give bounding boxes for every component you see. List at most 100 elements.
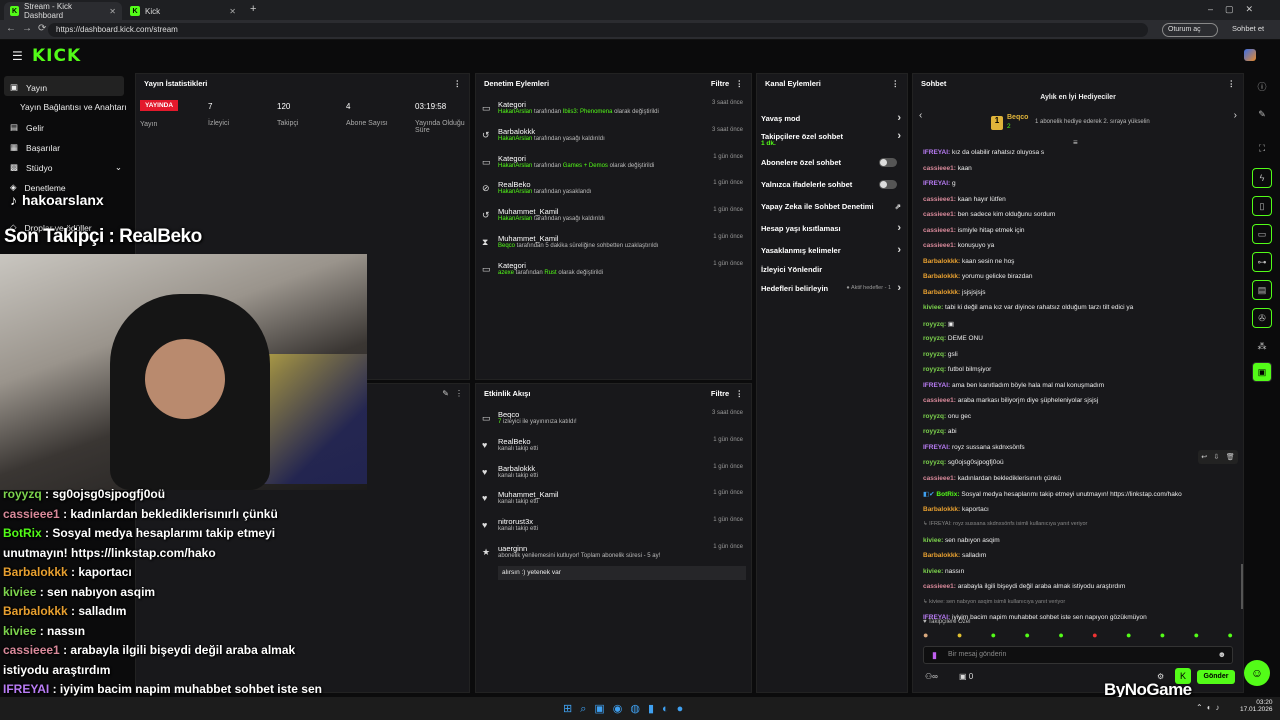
close-tab-icon[interactable]: ✕ <box>229 7 236 16</box>
chat-username[interactable]: Barbalokkk: <box>923 552 962 559</box>
chat-username[interactable]: cassieee1: <box>923 475 958 482</box>
channel-action-item[interactable]: Takipçilere özel sohbet 1 dk. › <box>761 126 903 147</box>
chat-username[interactable]: royyzq: <box>923 321 948 328</box>
sidebar-item-stream-key[interactable]: Yayın Bağlantısı ve Anahtarı <box>20 102 127 112</box>
chat-username[interactable]: IFREYAI: <box>923 444 952 451</box>
pin-message-icon[interactable]: ⇩ <box>1214 453 1220 461</box>
doc-icon[interactable]: ▯ <box>1252 196 1272 216</box>
sidebar-item-revenue[interactable]: ▤ Gelir <box>10 122 44 133</box>
chat-username[interactable]: royyzq: <box>923 413 948 420</box>
channel-action-item[interactable]: Hedefleri belirleyin ● Aktif hedefler - 1… <box>761 278 903 298</box>
chat-username[interactable]: cassieee1: <box>923 242 958 249</box>
chat-username[interactable]: Barbalokkk: <box>923 258 962 265</box>
chat-username[interactable]: royyzq: <box>923 366 948 373</box>
chat-username[interactable]: Barbalokkk: <box>923 506 962 513</box>
profile-button[interactable]: Oturum aç <box>1162 23 1218 37</box>
chat-username[interactable]: BotRix: <box>936 491 961 498</box>
channel-action-item[interactable]: Yapay Zeka ile Sohbet Denetimi ⇗ <box>761 196 903 216</box>
chat-message: Barbalokkk: kaportacı <box>923 506 989 513</box>
delete-icon[interactable]: 🗑︎ <box>1226 453 1235 461</box>
chat-username[interactable]: Barbalokkk: <box>923 289 962 296</box>
kick-logo[interactable]: KICK <box>32 46 81 66</box>
toggle-switch[interactable] <box>879 158 897 167</box>
channel-action-item[interactable]: İzleyici Yönlendir <box>761 259 903 279</box>
hamburger-menu-icon[interactable]: ☰ <box>12 49 23 63</box>
chevron-left-icon[interactable]: ‹ <box>919 110 922 121</box>
tray-icons[interactable]: ⌃◐♪ <box>1196 703 1224 712</box>
chat-input[interactable]: ▮ Bir mesaj gönderin ☻ <box>923 646 1233 664</box>
channel-action-item[interactable]: Yalnızca ifadelerle sohbet <box>761 174 903 194</box>
channel-actions-panel: Kanal Eylemleri ⋮ Yavaş mod › Takipçilere ö… <box>756 73 908 693</box>
chat-username[interactable]: cassieee1: <box>923 227 958 234</box>
emote-bar[interactable]: ● ● ● ● ● ● ● ● ● ● <box>923 630 1233 642</box>
taskbar-apps-icon[interactable]: ⊞⌕▣◉◍▮◐● <box>563 702 691 716</box>
more-options-icon[interactable]: ⋮ <box>736 79 744 88</box>
printer-icon[interactable]: ▤ <box>1252 280 1272 300</box>
sidebar-item-achievements[interactable]: ▦ Başarılar <box>10 142 60 153</box>
emoji-icon[interactable]: ☻ <box>1218 650 1226 659</box>
more-options-icon[interactable]: ⋮ <box>455 389 463 398</box>
chevron-right-icon[interactable]: › <box>1234 110 1237 121</box>
close-tab-icon[interactable]: ✕ <box>109 7 116 16</box>
chat-username[interactable]: cassieee1: <box>923 165 958 172</box>
sidebar-item-stream[interactable]: ▣ Yayın <box>10 82 47 93</box>
reply-icon[interactable]: ↩ <box>1201 453 1207 461</box>
chat-username[interactable]: cassieee1: <box>923 196 958 203</box>
group-icon[interactable]: ⁂ <box>1252 336 1272 356</box>
chat-bubble-icon[interactable]: ▭ <box>1252 224 1272 244</box>
chat-username[interactable]: IFREYAI: <box>923 382 952 389</box>
pencil-icon[interactable]: ✎ <box>1252 104 1272 124</box>
bolt-icon[interactable]: ϟ <box>1252 168 1272 188</box>
chat-username[interactable]: kiviee: <box>923 537 945 544</box>
wrench-icon[interactable]: ✇ <box>1252 308 1272 328</box>
chat-username[interactable]: cassieee1: <box>923 397 958 404</box>
message-actions[interactable]: ↩ ⇩ 🗑︎ <box>1198 450 1238 464</box>
chat-username[interactable]: kiviee: <box>923 304 945 311</box>
add-widget-icon[interactable]: ▣ <box>1252 362 1272 382</box>
new-tab-icon[interactable]: + <box>250 3 256 15</box>
chat-text: g <box>952 180 956 187</box>
chat-username[interactable]: royyzq: <box>923 335 948 342</box>
send-button[interactable]: Gönder <box>1197 670 1235 684</box>
sidebar-item-studio[interactable]: ▩ Stüdyo ⌄ <box>10 162 122 173</box>
chat-username[interactable]: IFREYAI: <box>923 180 952 187</box>
toggle-switch[interactable] <box>879 180 897 189</box>
window-controls[interactable]: –▢✕ <box>1208 4 1265 15</box>
chat-username[interactable]: kiviee: <box>923 568 945 575</box>
tab-kick-dashboard[interactable]: K Stream - Kick Dashboard ✕ <box>4 2 122 20</box>
link-icon[interactable]: ⊶ <box>1252 252 1272 272</box>
tab-kick[interactable]: K Kick ✕ <box>124 2 242 20</box>
chat-bot-icon[interactable]: ☺ <box>1244 660 1270 686</box>
edit-icon[interactable]: ✎ <box>442 389 449 398</box>
points-icon[interactable]: ⚇∞ <box>925 672 938 681</box>
chat-username[interactable]: royyzq: <box>923 351 948 358</box>
more-options-icon[interactable]: ⋮ <box>892 79 900 88</box>
chat-username[interactable]: IFREYAI: <box>923 614 952 621</box>
scrollbar[interactable] <box>1241 564 1243 609</box>
avatar[interactable] <box>1244 49 1256 61</box>
mic-icon[interactable]: ▮ <box>932 650 937 661</box>
chat-message: cassieee1: konuşuyo ya <box>923 242 994 249</box>
channel-action-item[interactable]: Yasaklanmış kelimeler › <box>761 240 903 260</box>
chat-username[interactable]: royyzq: <box>923 459 948 466</box>
filter-button[interactable]: Filtre <box>711 389 729 398</box>
info-icon[interactable]: ⓘ <box>1252 76 1272 96</box>
more-options-icon[interactable]: ⋮ <box>1228 79 1236 88</box>
mod-action-time: 1 gün önce <box>713 207 743 214</box>
chat-username[interactable]: royyzq: <box>923 428 948 435</box>
pin-icon[interactable]: ≡ <box>1073 138 1078 147</box>
expand-icon[interactable]: ⛶ <box>1252 138 1272 158</box>
chat-username[interactable]: cassieee1: <box>923 583 958 590</box>
filter-button[interactable]: Filtre <box>711 79 729 88</box>
chat-with-button[interactable]: Sohbet et <box>1232 24 1264 33</box>
chat-username[interactable]: Barbalokkk: <box>923 273 962 280</box>
chat-username[interactable]: cassieee1: <box>923 211 958 218</box>
channel-action-item[interactable]: Abonelere özel sohbet <box>761 152 903 172</box>
more-options-icon[interactable]: ⋮ <box>736 389 744 398</box>
channel-action-item[interactable]: Hesap yaşı kısıtlaması › <box>761 218 903 238</box>
chat-username[interactable]: IFREYAI: <box>923 149 952 156</box>
more-options-icon[interactable]: ⋮ <box>454 79 462 88</box>
channel-action-item[interactable]: Yavaş mod › <box>761 108 903 128</box>
nav-buttons-icon[interactable]: ←→⟳ <box>6 23 52 34</box>
url-input[interactable]: https://dashboard.kick.com/stream <box>48 23 1148 37</box>
